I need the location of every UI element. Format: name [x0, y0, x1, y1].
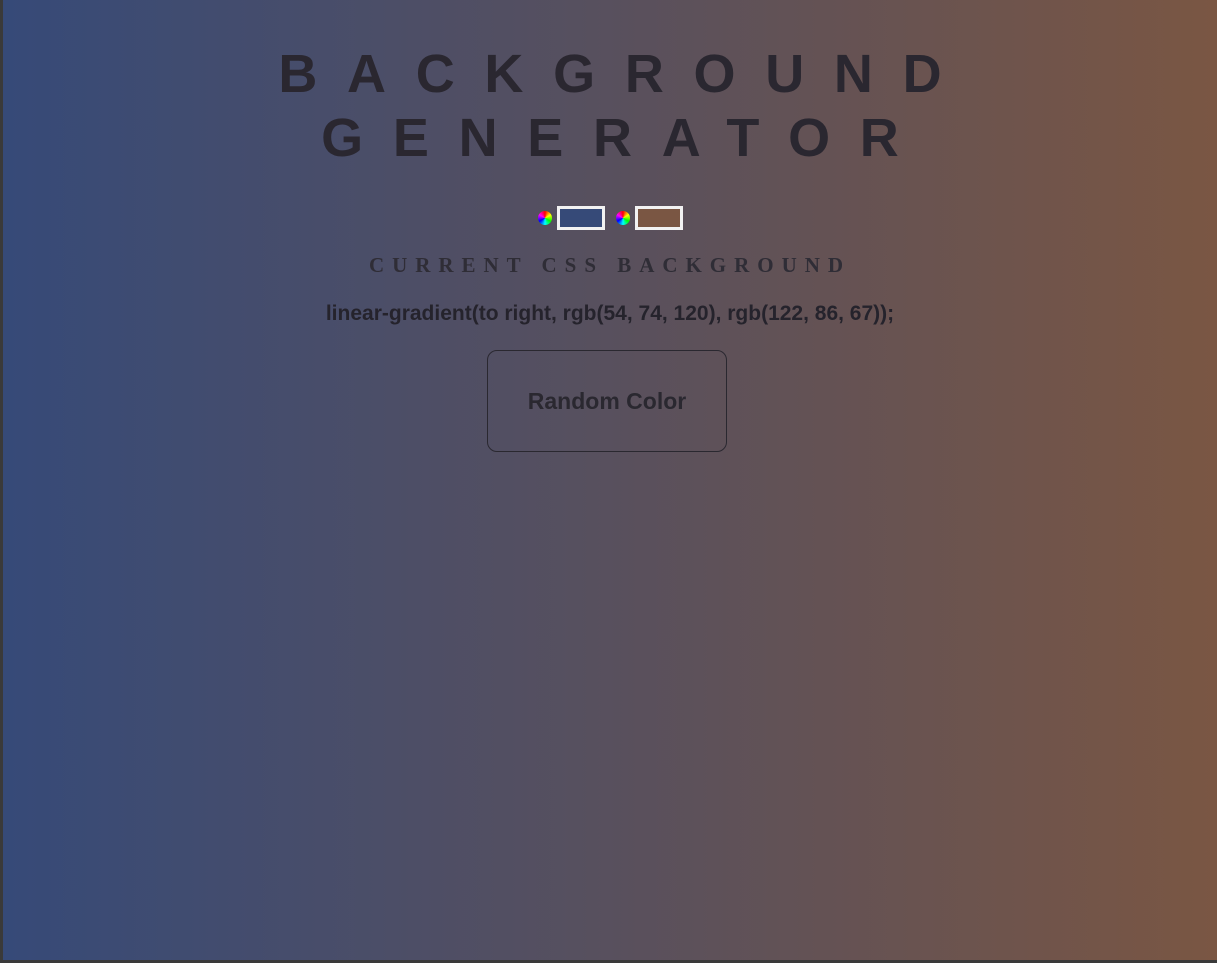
color-pickers: [3, 205, 1217, 231]
random-color-button[interactable]: Random Color: [487, 350, 727, 452]
css-background-value: linear-gradient(to right, rgb(54, 74, 12…: [325, 302, 895, 325]
color-input-2[interactable]: [635, 206, 683, 230]
current-css-heading: CURRENT CSS BACKGROUND: [368, 253, 852, 277]
color-input-1[interactable]: [557, 206, 605, 230]
color-picker-1[interactable]: [537, 206, 605, 230]
gradient-page: BACKGROUND GENERATOR CURRENT CSS BACKGRO…: [3, 0, 1217, 960]
title-line-2: GENERATOR: [321, 108, 929, 168]
title-line-1: BACKGROUND: [278, 44, 972, 104]
color-picker-2[interactable]: [615, 206, 683, 230]
color-wheel-icon: [615, 210, 631, 226]
page-title: BACKGROUND GENERATOR: [3, 42, 1217, 170]
color-wheel-icon: [537, 210, 553, 226]
